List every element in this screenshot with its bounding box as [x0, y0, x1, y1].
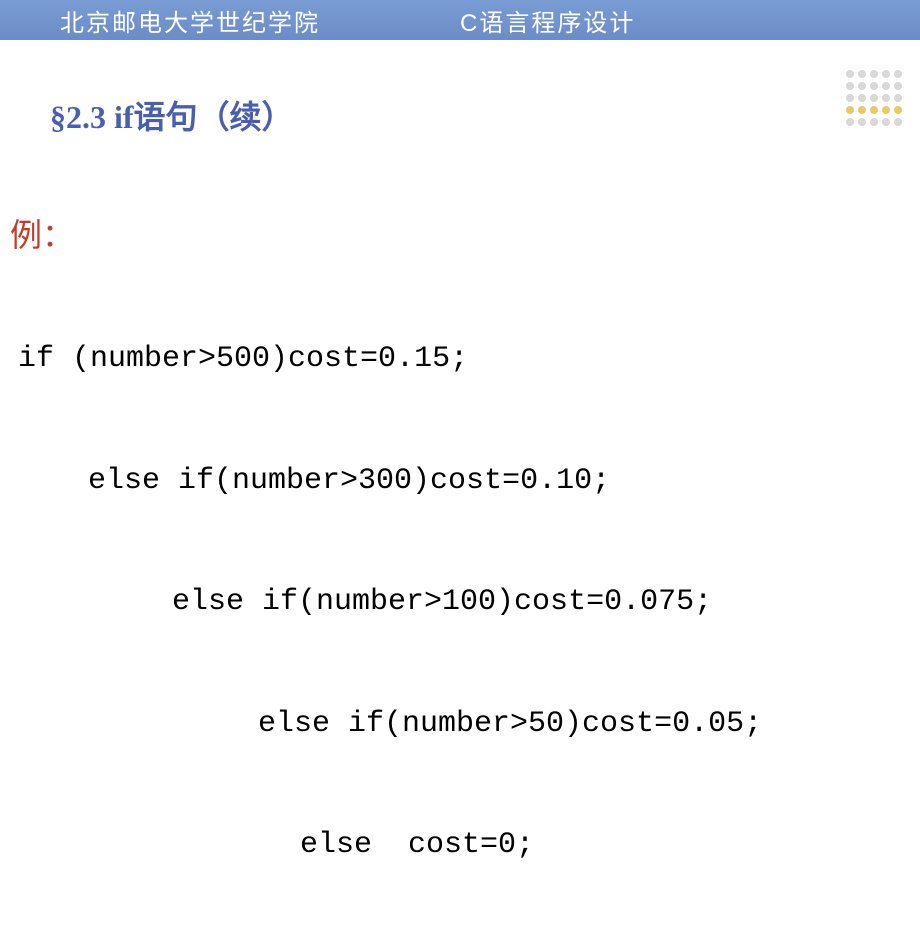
code-line-3: else if(number>100)cost=0.075;	[10, 582, 910, 623]
code-line-4: else if(number>50)cost=0.05;	[10, 704, 910, 745]
header-institution: 北京邮电大学世纪学院	[0, 3, 320, 38]
code-line-1: if (number>500)cost=0.15;	[10, 339, 910, 380]
code-block: if (number>500)cost=0.15; else if(number…	[10, 258, 910, 947]
code-line-5: else cost=0;	[10, 825, 910, 866]
slide-content: 例： if (number>500)cost=0.15; else if(num…	[10, 210, 910, 947]
decorative-dots	[842, 70, 902, 130]
code-line-2: else if(number>300)cost=0.10;	[10, 461, 910, 502]
header-course: C语言程序设计	[320, 3, 635, 38]
example-label: 例：	[10, 210, 910, 256]
slide-title: §2.3 if语句（续）	[50, 92, 294, 138]
slide-header: 北京邮电大学世纪学院 C语言程序设计	[0, 0, 920, 40]
